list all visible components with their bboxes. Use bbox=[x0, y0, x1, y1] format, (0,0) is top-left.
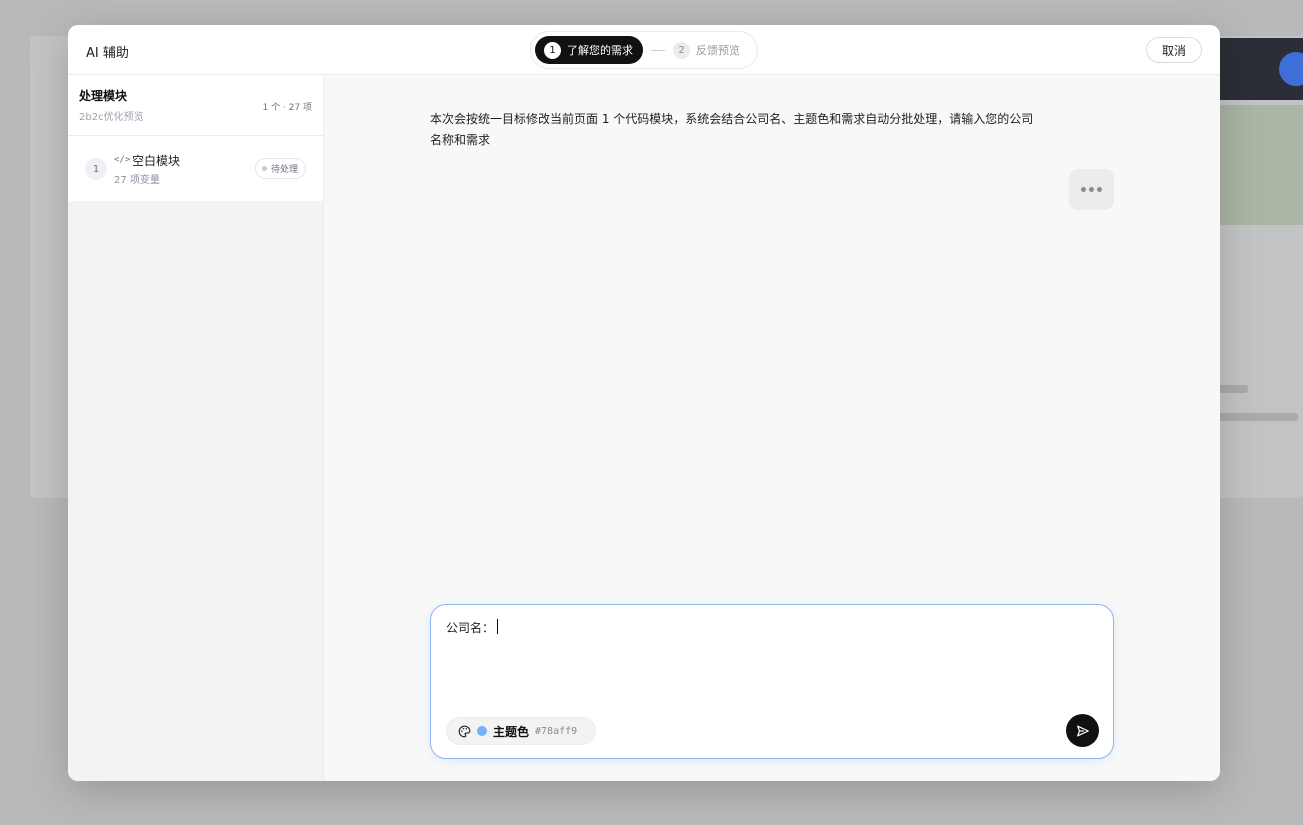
modal-title: AI 辅助 bbox=[86, 46, 129, 61]
step-1-label: 了解您的需求 bbox=[567, 44, 633, 57]
company-name-prefix: 公司名： bbox=[446, 621, 495, 635]
text-caret bbox=[497, 619, 498, 634]
module-item-number: 1 bbox=[85, 158, 107, 180]
typing-dot-icon bbox=[1089, 187, 1094, 192]
step-2[interactable]: 2 反馈预览 bbox=[673, 41, 740, 59]
module-item[interactable]: 1 </> 空白模块 27 项变量 待处理 bbox=[68, 136, 323, 201]
send-icon bbox=[1076, 724, 1090, 738]
code-icon: </> bbox=[114, 155, 131, 165]
ai-assist-modal: AI 辅助 1 了解您的需求 2 反馈预览 取消 处理模块 2b2c优化预览 1… bbox=[68, 25, 1220, 781]
sidebar-header: 处理模块 2b2c优化预览 1 个 · 27 项 bbox=[68, 75, 323, 136]
typing-dot-icon bbox=[1081, 187, 1086, 192]
sidebar-subtitle: 2b2c优化预览 bbox=[79, 112, 144, 123]
step-2-number: 2 bbox=[673, 41, 690, 59]
background-text-line bbox=[1218, 413, 1298, 421]
modal-body: 处理模块 2b2c优化预览 1 个 · 27 项 1 </> 空白模块 27 项… bbox=[68, 75, 1220, 781]
cancel-button[interactable]: 取消 bbox=[1146, 37, 1202, 63]
step-connector bbox=[651, 49, 665, 51]
modal-header: AI 辅助 1 了解您的需求 2 反馈预览 取消 bbox=[68, 25, 1220, 75]
module-sidebar: 处理模块 2b2c优化预览 1 个 · 27 项 1 </> 空白模块 27 项… bbox=[68, 75, 324, 781]
theme-color-label: 主题色 bbox=[493, 724, 530, 739]
background-panel bbox=[1218, 105, 1303, 225]
status-dot-icon bbox=[261, 166, 267, 171]
status-label: 待处理 bbox=[270, 165, 298, 175]
sidebar-count: 1 个 · 27 项 bbox=[262, 103, 312, 113]
stepper: 1 了解您的需求 2 反馈预览 bbox=[530, 31, 758, 69]
typing-dot-icon bbox=[1097, 187, 1102, 192]
typing-indicator bbox=[1069, 169, 1114, 210]
status-badge: 待处理 bbox=[254, 158, 306, 179]
theme-color-chip[interactable]: 主题色 #78aff9 bbox=[446, 717, 596, 745]
theme-color-swatch bbox=[477, 726, 487, 736]
send-button[interactable] bbox=[1066, 714, 1099, 747]
assistant-message: 本次会按统一目标修改当前页面 1 个代码模块，系统会结合公司名、主题色和需求自动… bbox=[430, 112, 1034, 147]
theme-color-hex: #78aff9 bbox=[535, 725, 578, 737]
sidebar-title: 处理模块 bbox=[79, 89, 128, 103]
module-item-subtitle: 27 项变量 bbox=[114, 175, 160, 186]
step-1-number: 1 bbox=[544, 41, 561, 59]
message-input[interactable]: 公司名： 主题色 #78aff9 bbox=[430, 604, 1114, 759]
step-2-label: 反馈预览 bbox=[696, 44, 740, 57]
chat-area: 本次会按统一目标修改当前页面 1 个代码模块，系统会结合公司名、主题色和需求自动… bbox=[324, 75, 1220, 781]
step-1[interactable]: 1 了解您的需求 bbox=[535, 36, 643, 64]
background-text-line bbox=[1218, 385, 1248, 393]
module-item-title: 空白模块 bbox=[132, 154, 181, 168]
palette-icon bbox=[458, 725, 471, 738]
